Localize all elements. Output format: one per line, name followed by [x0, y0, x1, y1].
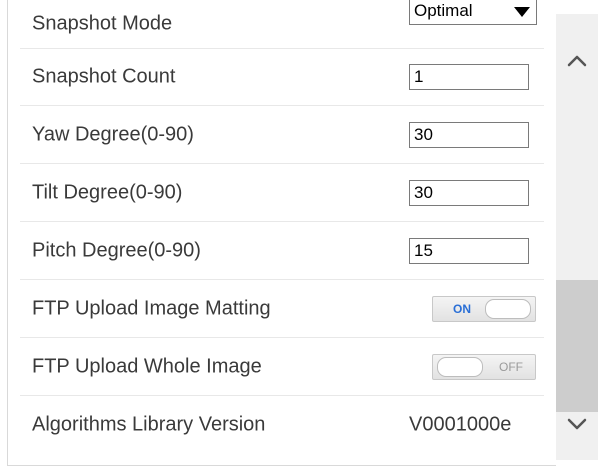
scroll-thumb[interactable]	[556, 280, 598, 412]
snapshot-mode-select[interactable]: Optimal	[409, 0, 537, 25]
algorithms-version-label: Algorithms Library Version	[32, 413, 266, 435]
snapshot-mode-value: Optimal	[414, 1, 473, 20]
toggle-knob	[485, 298, 531, 319]
tilt-degree-label: Tilt Degree(0-90)	[32, 181, 183, 203]
ftp-image-matting-row: FTP Upload Image Matting ON	[20, 280, 544, 338]
ftp-image-matting-toggle[interactable]: ON	[432, 295, 536, 322]
toggle-knob	[437, 356, 483, 377]
ftp-whole-image-row: FTP Upload Whole Image OFF	[20, 338, 544, 396]
scroll-down-button[interactable]	[556, 406, 598, 442]
vertical-scrollbar[interactable]	[556, 14, 598, 460]
algorithms-version-value: V0001000e	[409, 413, 512, 435]
pitch-degree-label: Pitch Degree(0-90)	[32, 239, 201, 261]
panel-border	[7, 0, 8, 466]
chevron-down-icon	[567, 418, 587, 430]
yaw-degree-row: Yaw Degree(0-90)	[20, 106, 544, 164]
panel-bottom-border	[7, 465, 556, 466]
tilt-degree-row: Tilt Degree(0-90)	[20, 164, 544, 222]
scroll-up-button[interactable]	[556, 44, 598, 80]
chevron-up-icon	[567, 55, 587, 67]
yaw-degree-input[interactable]	[409, 121, 529, 148]
snapshot-count-label: Snapshot Count	[32, 65, 176, 87]
ftp-whole-image-label: FTP Upload Whole Image	[32, 355, 262, 377]
snapshot-mode-label: Snapshot Mode	[32, 12, 173, 35]
toggle-state-text: ON	[453, 301, 471, 316]
yaw-degree-label: Yaw Degree(0-90)	[32, 123, 194, 145]
snapshot-count-row: Snapshot Count	[20, 48, 544, 106]
algorithms-version-row: Algorithms Library Version V0001000e	[20, 396, 544, 453]
ftp-image-matting-label: FTP Upload Image Matting	[32, 297, 271, 319]
pitch-degree-input[interactable]	[409, 237, 529, 264]
ftp-whole-image-toggle[interactable]: OFF	[432, 353, 536, 380]
toggle-state-text: OFF	[499, 359, 523, 374]
snapshot-count-input[interactable]	[409, 63, 529, 90]
snapshot-mode-row: Snapshot Mode Optimal	[20, 0, 544, 49]
tilt-degree-input[interactable]	[409, 179, 529, 206]
settings-panel: Snapshot Mode Optimal Snapshot Count Yaw…	[0, 0, 601, 476]
pitch-degree-row: Pitch Degree(0-90)	[20, 222, 544, 280]
triangle-down-icon	[514, 7, 530, 17]
